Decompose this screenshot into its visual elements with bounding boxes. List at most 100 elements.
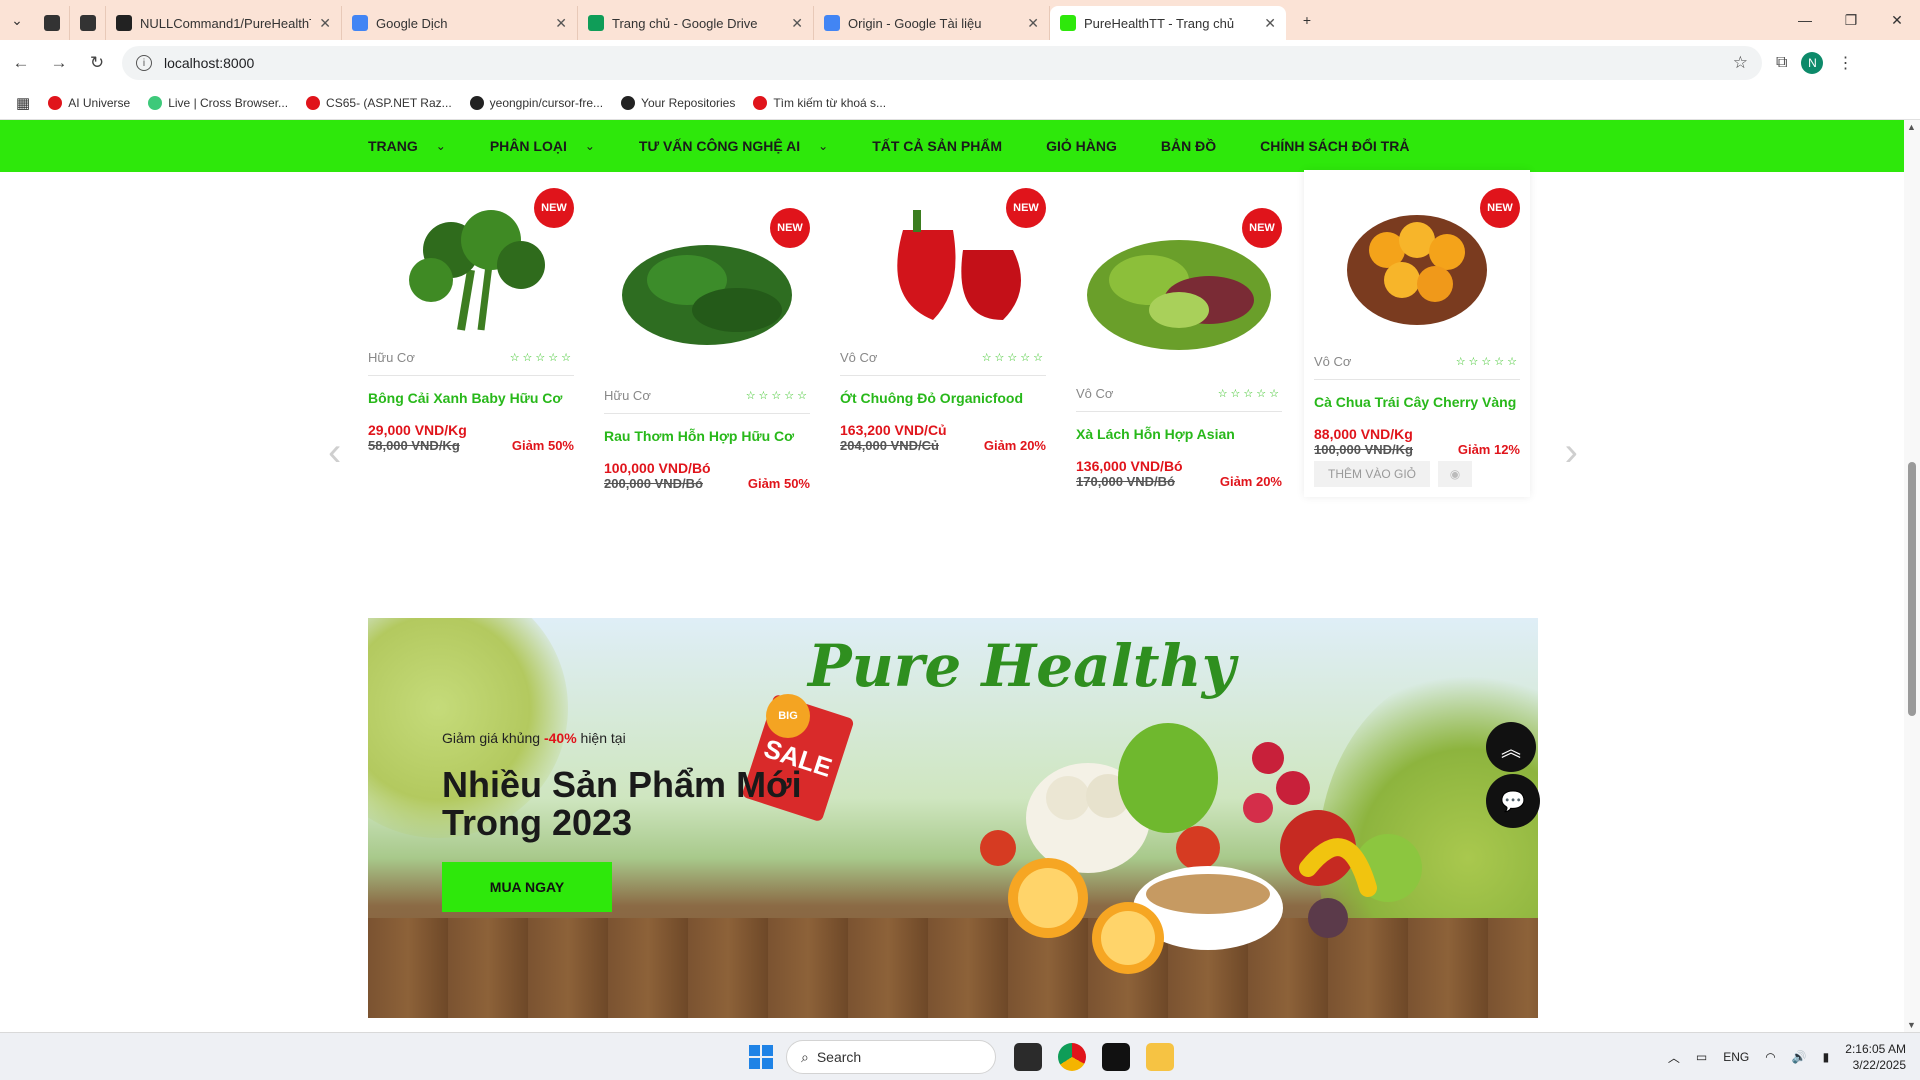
windows-start-icon[interactable] bbox=[749, 1045, 773, 1069]
product-name[interactable]: Cà Chua Trái Cây Cherry Vàng bbox=[1314, 394, 1520, 410]
new-tab-button[interactable]: + bbox=[1290, 3, 1324, 37]
tray-chevron-icon[interactable]: ︿ bbox=[1668, 1049, 1680, 1066]
page-scrollbar[interactable]: ▲ ▼ bbox=[1904, 120, 1920, 1032]
discount-label: Giảm 12% bbox=[1457, 442, 1520, 457]
add-to-cart-button[interactable]: THÊM VÀO GIỎ bbox=[1314, 461, 1431, 487]
bookmark-favicon-icon bbox=[48, 95, 63, 110]
nav-item[interactable]: TRANG ⌄ bbox=[368, 138, 446, 154]
nav-item[interactable]: TẤT CẢ SẢN PHẨM bbox=[872, 138, 1002, 154]
product-card[interactable]: NEW Vô Cơ ☆☆☆☆☆ Cà Chua Trái Cây Cherry Vàn… bbox=[1304, 170, 1530, 497]
tab-favicon-icon bbox=[824, 15, 840, 31]
bookmark-item[interactable]: Tìm kiếm từ khoá s... bbox=[753, 95, 886, 110]
tab-search-icon[interactable]: ⌄ bbox=[0, 3, 34, 37]
chrome-icon[interactable] bbox=[1058, 1043, 1086, 1071]
discount-label: Giảm 50% bbox=[511, 438, 574, 453]
quick-view-eye-icon[interactable]: ◉ bbox=[1438, 461, 1473, 487]
product-image[interactable]: NEW bbox=[604, 200, 810, 370]
tab-title: Google Dịch bbox=[376, 15, 448, 31]
product-card[interactable]: NEW Vô Cơ ☆☆☆☆☆ Xà Lách Hỗn Hợp Asian 136,00… bbox=[1076, 200, 1302, 489]
scroll-up-icon[interactable]: ▲ bbox=[1907, 122, 1916, 132]
reload-icon[interactable]: ↻ bbox=[80, 46, 114, 80]
clock-time: 2:16:05 AM bbox=[1845, 1042, 1906, 1056]
tab-title: Origin - Google Tài liệu bbox=[848, 15, 982, 31]
url-input[interactable]: i localhost:8000 ☆ bbox=[122, 46, 1762, 80]
nav-item[interactable]: CHÍNH SÁCH ĐỔI TRẢ bbox=[1260, 138, 1409, 154]
nav-item[interactable]: GIỎ HÀNG bbox=[1046, 138, 1117, 154]
tab-close-icon[interactable]: ✕ bbox=[791, 15, 803, 32]
discount-label: Giảm 50% bbox=[747, 476, 810, 491]
site-info-icon[interactable]: i bbox=[136, 55, 152, 71]
product-name[interactable]: Xà Lách Hỗn Hợp Asian bbox=[1076, 426, 1302, 442]
browser-tab[interactable]: PureHealthTT - Trang chủ ✕ bbox=[1050, 6, 1286, 40]
bookmark-item[interactable]: AI Universe bbox=[48, 95, 130, 110]
battery-icon[interactable]: ▮ bbox=[1823, 1050, 1830, 1064]
new-badge: NEW bbox=[770, 208, 810, 248]
nav-item-label: TƯ VẤN CÔNG NGHỆ AI bbox=[638, 138, 801, 154]
buy-now-button[interactable]: MUA NGAY bbox=[442, 862, 612, 912]
bookmark-item[interactable]: CS65- (ASP.NET Raz... bbox=[306, 95, 452, 110]
product-name[interactable]: Bông Cải Xanh Baby Hữu Cơ bbox=[368, 390, 594, 406]
promo-banner: Pure Healthy SALE BIG Giảm giá khủng -40… bbox=[368, 618, 1538, 1018]
bookmark-star-icon[interactable]: ☆ bbox=[1733, 53, 1748, 73]
bookmark-label: Your Repositories bbox=[641, 95, 736, 110]
forward-icon[interactable]: → bbox=[42, 46, 76, 80]
browser-tab[interactable] bbox=[70, 6, 106, 40]
nav-item[interactable]: BẢN ĐỒ bbox=[1161, 138, 1216, 154]
browser-tab[interactable]: Trang chủ - Google Drive ✕ bbox=[578, 6, 814, 40]
tab-close-icon[interactable]: ✕ bbox=[1027, 15, 1039, 32]
carousel-prev-icon[interactable]: ‹ bbox=[328, 430, 341, 475]
produce-illustration bbox=[980, 723, 1422, 974]
url-text: localhost:8000 bbox=[164, 55, 255, 71]
product-card[interactable]: NEW Hữu Cơ ☆☆☆☆☆ Rau Thơm Hỗn Hợp Hữu Cơ 100… bbox=[604, 200, 830, 491]
product-name[interactable]: Ớt Chuông Đỏ Organicfood bbox=[840, 390, 1066, 406]
bookmark-item[interactable]: yeongpin/cursor-fre... bbox=[469, 95, 603, 110]
file-explorer-icon[interactable] bbox=[1146, 1043, 1174, 1071]
taskbar-search[interactable]: ⌕ Search bbox=[786, 1040, 996, 1074]
browser-tab[interactable]: Google Dịch ✕ bbox=[342, 6, 578, 40]
tab-favicon-icon bbox=[1060, 15, 1076, 31]
keyboard-icon[interactable]: ▭ bbox=[1696, 1050, 1707, 1064]
close-window-icon[interactable]: ✕ bbox=[1874, 0, 1920, 40]
product-old-price: 170,000 VND/Bó bbox=[1076, 474, 1175, 489]
product-card[interactable]: NEW Hữu Cơ ☆☆☆☆☆ Bông Cải Xanh Baby Hữu Cơ 2… bbox=[368, 180, 594, 453]
product-category: Hữu Cơ bbox=[604, 388, 651, 403]
banner-headline: Nhiều Sản Phẩm Mới Trong 2023 bbox=[442, 764, 802, 843]
product-image[interactable]: NEW bbox=[1076, 200, 1282, 370]
wifi-icon[interactable]: ◠ bbox=[1765, 1050, 1775, 1064]
carousel-next-icon[interactable]: › bbox=[1565, 430, 1578, 475]
nav-item-label: TẤT CẢ SẢN PHẨM bbox=[872, 138, 1003, 154]
browser-tab[interactable] bbox=[34, 6, 70, 40]
menu-icon[interactable]: ⋮ bbox=[1837, 53, 1853, 73]
product-image[interactable]: NEW bbox=[368, 180, 574, 350]
nav-item[interactable]: TƯ VẤN CÔNG NGHỆ AI ⌄ bbox=[639, 138, 828, 154]
product-image[interactable]: NEW bbox=[1314, 180, 1520, 350]
minimize-icon[interactable]: — bbox=[1782, 0, 1828, 40]
nav-item-label: TRANG bbox=[368, 138, 418, 154]
bookmark-item[interactable]: Live | Cross Browser... bbox=[148, 95, 288, 110]
tab-close-icon[interactable]: ✕ bbox=[555, 15, 567, 32]
capcut-icon[interactable] bbox=[1102, 1043, 1130, 1071]
profile-avatar[interactable]: N bbox=[1801, 52, 1824, 74]
product-name[interactable]: Rau Thơm Hỗn Hợp Hữu Cơ bbox=[604, 428, 830, 444]
back-icon[interactable]: ← bbox=[4, 46, 38, 80]
restore-icon[interactable]: ❐ bbox=[1828, 0, 1874, 40]
extensions-icon[interactable]: ⧉ bbox=[1776, 54, 1787, 72]
scroll-to-top-button[interactable]: ︽ bbox=[1486, 722, 1536, 772]
browser-tab[interactable]: Origin - Google Tài liệu ✕ bbox=[814, 6, 1050, 40]
tab-close-icon[interactable]: ✕ bbox=[319, 15, 331, 32]
chat-button[interactable]: 💬 bbox=[1486, 774, 1540, 828]
scroll-thumb[interactable] bbox=[1908, 462, 1916, 716]
language-indicator[interactable]: ENG bbox=[1723, 1050, 1749, 1064]
bookmark-item[interactable]: Your Repositories bbox=[621, 95, 736, 110]
scroll-down-icon[interactable]: ▼ bbox=[1907, 1020, 1916, 1030]
tab-close-icon[interactable]: ✕ bbox=[1264, 15, 1276, 32]
nav-item-label: BẢN ĐỒ bbox=[1160, 138, 1217, 154]
product-image[interactable]: NEW bbox=[840, 180, 1046, 350]
product-card[interactable]: NEW Vô Cơ ☆☆☆☆☆ Ớt Chuông Đỏ Organicfood 163… bbox=[840, 180, 1066, 453]
browser-tab[interactable]: NULLCommand1/PureHealthTT ✕ bbox=[106, 6, 342, 40]
clock[interactable]: 2:16:05 AM 3/22/2025 bbox=[1845, 1041, 1906, 1073]
apps-grid-icon[interactable]: ▦ bbox=[16, 94, 30, 112]
volume-icon[interactable]: 🔊 bbox=[1792, 1050, 1807, 1064]
nav-item[interactable]: PHÂN LOẠI ⌄ bbox=[490, 138, 595, 154]
terminal-icon[interactable] bbox=[1014, 1043, 1042, 1071]
